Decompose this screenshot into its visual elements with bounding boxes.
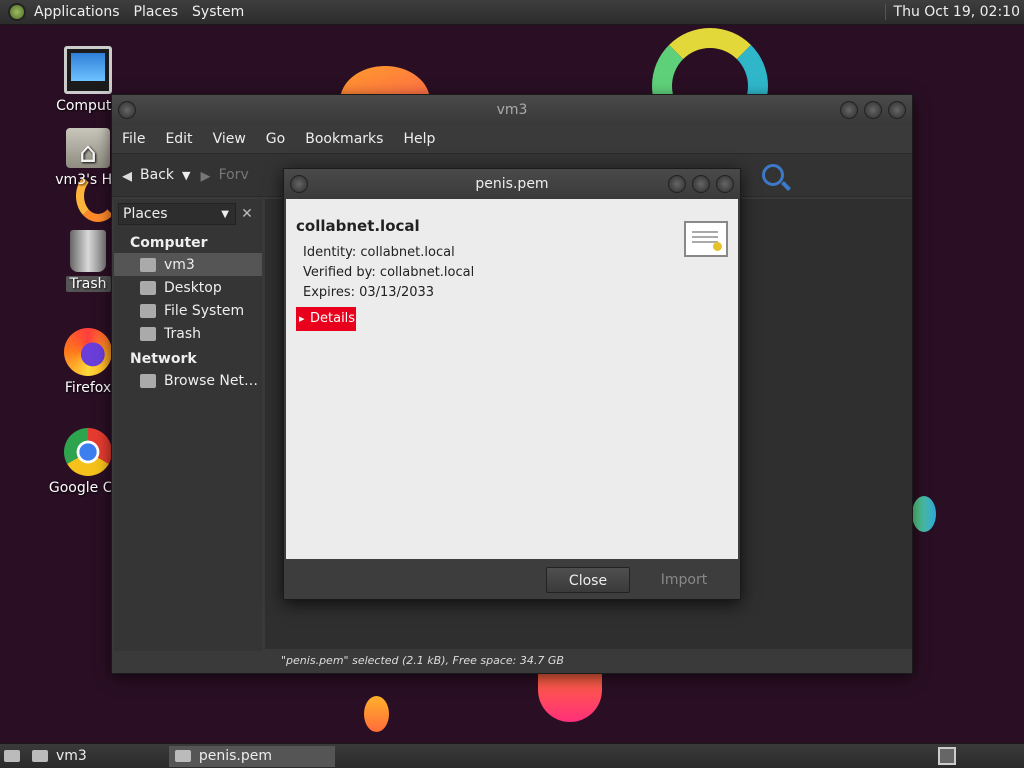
close-button[interactable]: Close xyxy=(546,567,630,593)
chevron-down-icon: ▼ xyxy=(221,208,229,220)
applications-menu[interactable]: Applications xyxy=(34,4,120,20)
maximize-button[interactable] xyxy=(692,175,710,193)
trash-icon xyxy=(70,230,106,272)
details-expander[interactable]: Details xyxy=(296,307,356,331)
back-button[interactable]: ◂ Back ▼ xyxy=(122,163,191,187)
show-desktop-icon[interactable] xyxy=(4,750,20,762)
home-folder-icon xyxy=(66,128,110,169)
task-penis-pem[interactable]: penis.pem xyxy=(168,745,335,767)
wallpaper-blob xyxy=(538,670,602,722)
window-menu-button[interactable] xyxy=(118,101,136,119)
sidebar-header-network: Network xyxy=(130,351,197,367)
dialog-title: penis.pem xyxy=(475,176,549,192)
window-title: vm3 xyxy=(496,102,528,118)
sidebar-item-trash[interactable]: Trash xyxy=(114,322,262,345)
maximize-button[interactable] xyxy=(864,101,882,119)
chevron-down-icon[interactable]: ▼ xyxy=(182,169,190,182)
drive-icon xyxy=(140,303,156,318)
back-arrow-icon: ◂ xyxy=(122,163,133,187)
forward-button[interactable]: ▸ Forv xyxy=(201,163,249,187)
status-bar: "penis.pem" selected (2.1 kB), Free spac… xyxy=(265,649,912,673)
home-icon xyxy=(140,257,156,272)
certificate-expires: Expires: 03/13/2033 xyxy=(303,285,435,300)
certificate-dialog: penis.pem collabnet.local Identity: coll… xyxy=(283,168,741,600)
window-titlebar[interactable]: vm3 xyxy=(112,95,912,125)
trash-icon xyxy=(140,326,156,341)
network-icon xyxy=(140,373,156,388)
search-icon[interactable] xyxy=(762,164,784,186)
menu-file[interactable]: File xyxy=(122,131,145,147)
certificate-identity: Identity: collabnet.local xyxy=(303,245,455,260)
menu-help[interactable]: Help xyxy=(403,131,435,147)
minimize-button[interactable] xyxy=(668,175,686,193)
certificate-verified-by: Verified by: collabnet.local xyxy=(303,265,475,280)
forward-arrow-icon: ▸ xyxy=(200,163,211,187)
sidebar-item-desktop[interactable]: Desktop xyxy=(114,276,262,299)
computer-icon xyxy=(64,46,112,94)
sidebar-item-vm3[interactable]: vm3 xyxy=(114,253,262,276)
menu-bookmarks[interactable]: Bookmarks xyxy=(305,131,383,147)
places-menu[interactable]: Places xyxy=(134,4,179,20)
import-button[interactable]: Import xyxy=(642,567,726,593)
bottom-panel: vm3 penis.pem xyxy=(0,743,1024,768)
sidebar-header-computer: Computer xyxy=(130,235,208,251)
folder-icon xyxy=(32,750,48,762)
certificate-name: collabnet.local xyxy=(296,217,420,235)
desktop-folder-icon xyxy=(140,280,156,295)
workspace-switcher[interactable] xyxy=(938,747,956,765)
close-sidebar-icon[interactable]: ✕ xyxy=(236,206,258,222)
firefox-icon xyxy=(64,328,112,376)
window-menu-button[interactable] xyxy=(290,175,308,193)
menu-go[interactable]: Go xyxy=(266,131,285,147)
sidebar-item-browse-network[interactable]: Browse Net… xyxy=(114,369,262,392)
close-window-button[interactable] xyxy=(888,101,906,119)
top-panel: Applications Places System Thu Oct 19, 0… xyxy=(0,0,1024,25)
close-window-button[interactable] xyxy=(716,175,734,193)
places-combo[interactable]: Places ▼ xyxy=(118,203,236,225)
task-vm3[interactable]: vm3 xyxy=(26,746,93,767)
sidebar-item-file-system[interactable]: File System xyxy=(114,299,262,322)
chrome-icon xyxy=(64,428,112,476)
menubar: File Edit View Go Bookmarks Help xyxy=(112,125,912,153)
wallpaper-blob xyxy=(912,496,936,532)
clock[interactable]: Thu Oct 19, 02:10 xyxy=(884,4,1020,20)
sidebar: Places ▼ ✕ Computer vm3 Desktop File Sys… xyxy=(114,199,262,651)
minimize-button[interactable] xyxy=(840,101,858,119)
certificate-icon xyxy=(684,221,728,257)
system-menu[interactable]: System xyxy=(192,4,244,20)
certificate-panel: collabnet.local Identity: collabnet.loca… xyxy=(286,199,738,559)
wallpaper-blob xyxy=(364,696,389,732)
window-icon xyxy=(174,750,191,762)
menu-edit[interactable]: Edit xyxy=(165,131,192,147)
dialog-titlebar[interactable]: penis.pem xyxy=(284,169,740,199)
distro-logo-icon[interactable] xyxy=(8,3,26,21)
menu-view[interactable]: View xyxy=(213,131,246,147)
